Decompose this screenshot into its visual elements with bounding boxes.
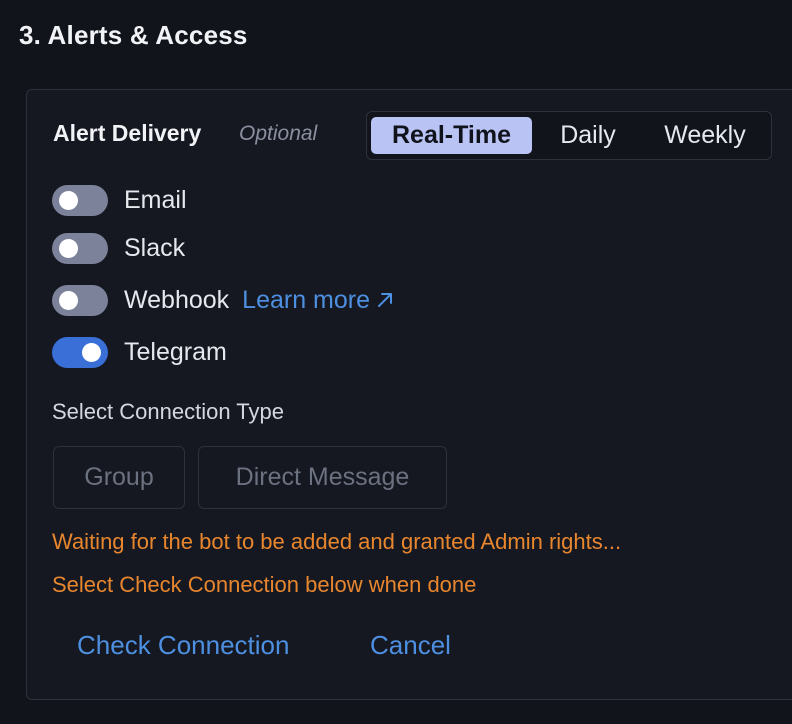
telegram-label: Telegram xyxy=(124,337,227,366)
channel-row-email: Email xyxy=(52,183,187,217)
email-label: Email xyxy=(124,185,187,214)
toggle-knob xyxy=(59,290,78,310)
telegram-toggle[interactable] xyxy=(52,336,108,368)
frequency-option-daily[interactable]: Daily xyxy=(532,117,644,154)
toggle-knob xyxy=(59,238,78,258)
channel-row-telegram: Telegram xyxy=(52,335,227,369)
optional-label: Optional xyxy=(239,122,318,145)
learn-more-text: Learn more xyxy=(242,285,371,314)
external-link-arrow-icon xyxy=(378,293,393,307)
check-connection-button[interactable]: Check Connection xyxy=(77,630,289,661)
group-option-button[interactable]: Group xyxy=(53,446,185,509)
frequency-option-weekly[interactable]: Weekly xyxy=(644,117,766,154)
alert-delivery-label: Alert Delivery xyxy=(53,120,202,146)
alerts-card: Alert Delivery Optional Real-Time Daily … xyxy=(26,89,792,700)
webhook-toggle[interactable] xyxy=(52,284,108,316)
instruction-status-text: Select Check Connection below when done xyxy=(52,572,477,597)
slack-toggle[interactable] xyxy=(52,232,108,264)
frequency-segmented-control: Real-Time Daily Weekly xyxy=(366,111,772,160)
channel-row-webhook: Webhook Learn more xyxy=(52,283,394,317)
toggle-knob xyxy=(59,190,78,210)
slack-label: Slack xyxy=(124,233,186,262)
cancel-button[interactable]: Cancel xyxy=(370,630,451,661)
email-toggle[interactable] xyxy=(52,184,108,216)
toggle-knob xyxy=(82,342,101,362)
direct-message-option-button[interactable]: Direct Message xyxy=(198,446,447,509)
learn-more-link[interactable]: Learn more xyxy=(242,286,394,315)
frequency-option-real-time[interactable]: Real-Time xyxy=(371,117,532,154)
channel-row-slack: Slack xyxy=(52,231,185,265)
webhook-label: Webhook xyxy=(124,285,230,314)
connection-type-label: Select Connection Type xyxy=(52,399,284,424)
section-title: 3. Alerts & Access xyxy=(19,20,248,50)
waiting-status-text: Waiting for the bot to be added and gran… xyxy=(52,529,622,554)
